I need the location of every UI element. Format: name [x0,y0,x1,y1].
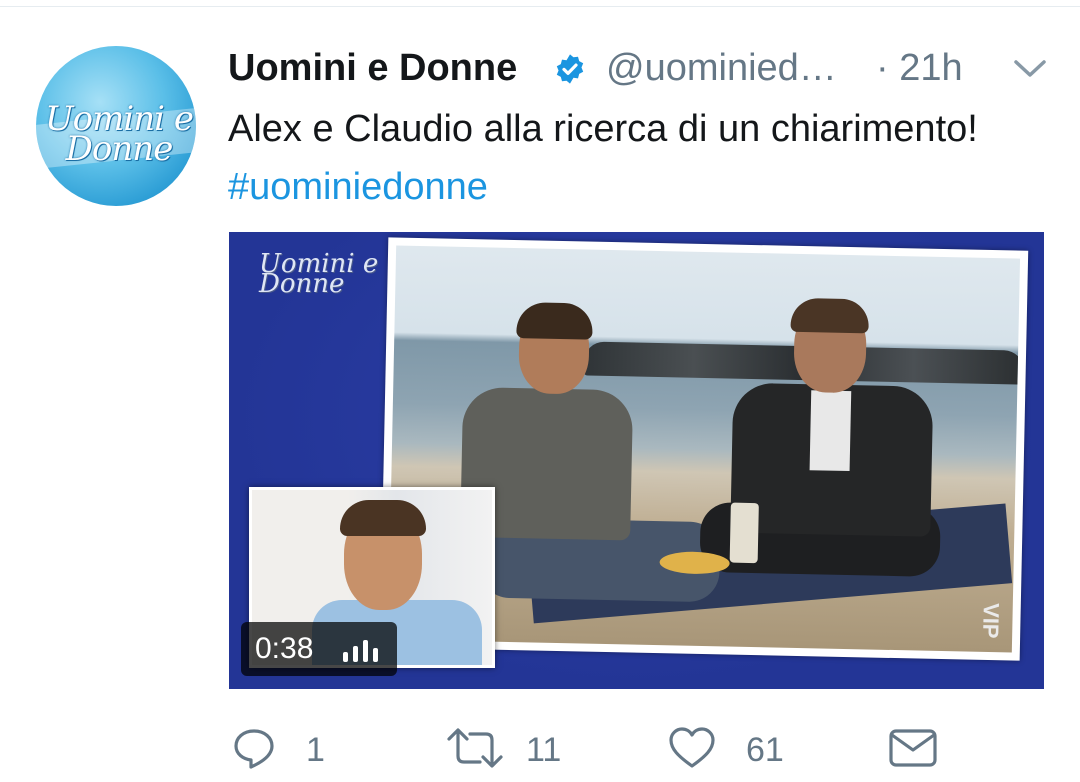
like-button[interactable]: 61 [668,718,798,782]
display-name[interactable]: Uomini e Donne [228,40,517,96]
verified-badge-icon [556,54,584,84]
message-icon [889,729,937,767]
retweet-icon [447,728,503,768]
tweet-body: Alex e Claudio alla ricerca di un chiari… [228,108,978,150]
volume-bars-icon [343,640,378,662]
hashtag-link[interactable]: #uominiedonne [228,166,488,208]
tweet-header: Uomini e Donne @uominied… · 21h [228,40,1048,96]
chevron-down-icon[interactable] [1012,58,1048,80]
reply-count: 1 [306,731,325,769]
like-count: 61 [746,731,784,769]
retweet-button[interactable]: 11 [446,718,576,782]
tweet-actions: 1 11 61 [0,718,1080,782]
handle[interactable]: @uominied… [606,40,837,96]
reply-button[interactable]: 1 [232,718,342,782]
timestamp[interactable]: · 21h [876,40,963,96]
avatar-logo-text: Uomini e Donne [45,99,194,169]
direct-message-button[interactable] [888,718,940,782]
media-logo: Uomini e Donne [259,249,379,299]
top-divider [0,6,1080,7]
bottle [729,502,759,564]
avatar[interactable]: Uomini e Donne [36,46,196,206]
tweet-text: Alex e Claudio alla ricerca di un chiari… [228,100,1028,216]
channel-watermark: VIP [978,602,1004,639]
video-duration: 0:38 [255,632,314,665]
retweet-count: 11 [526,731,562,769]
like-icon [669,727,715,768]
reply-icon [234,729,274,769]
video-duration-badge: 0:38 [241,622,397,676]
video-player[interactable]: Uomini e Donne VIP [229,232,1044,689]
